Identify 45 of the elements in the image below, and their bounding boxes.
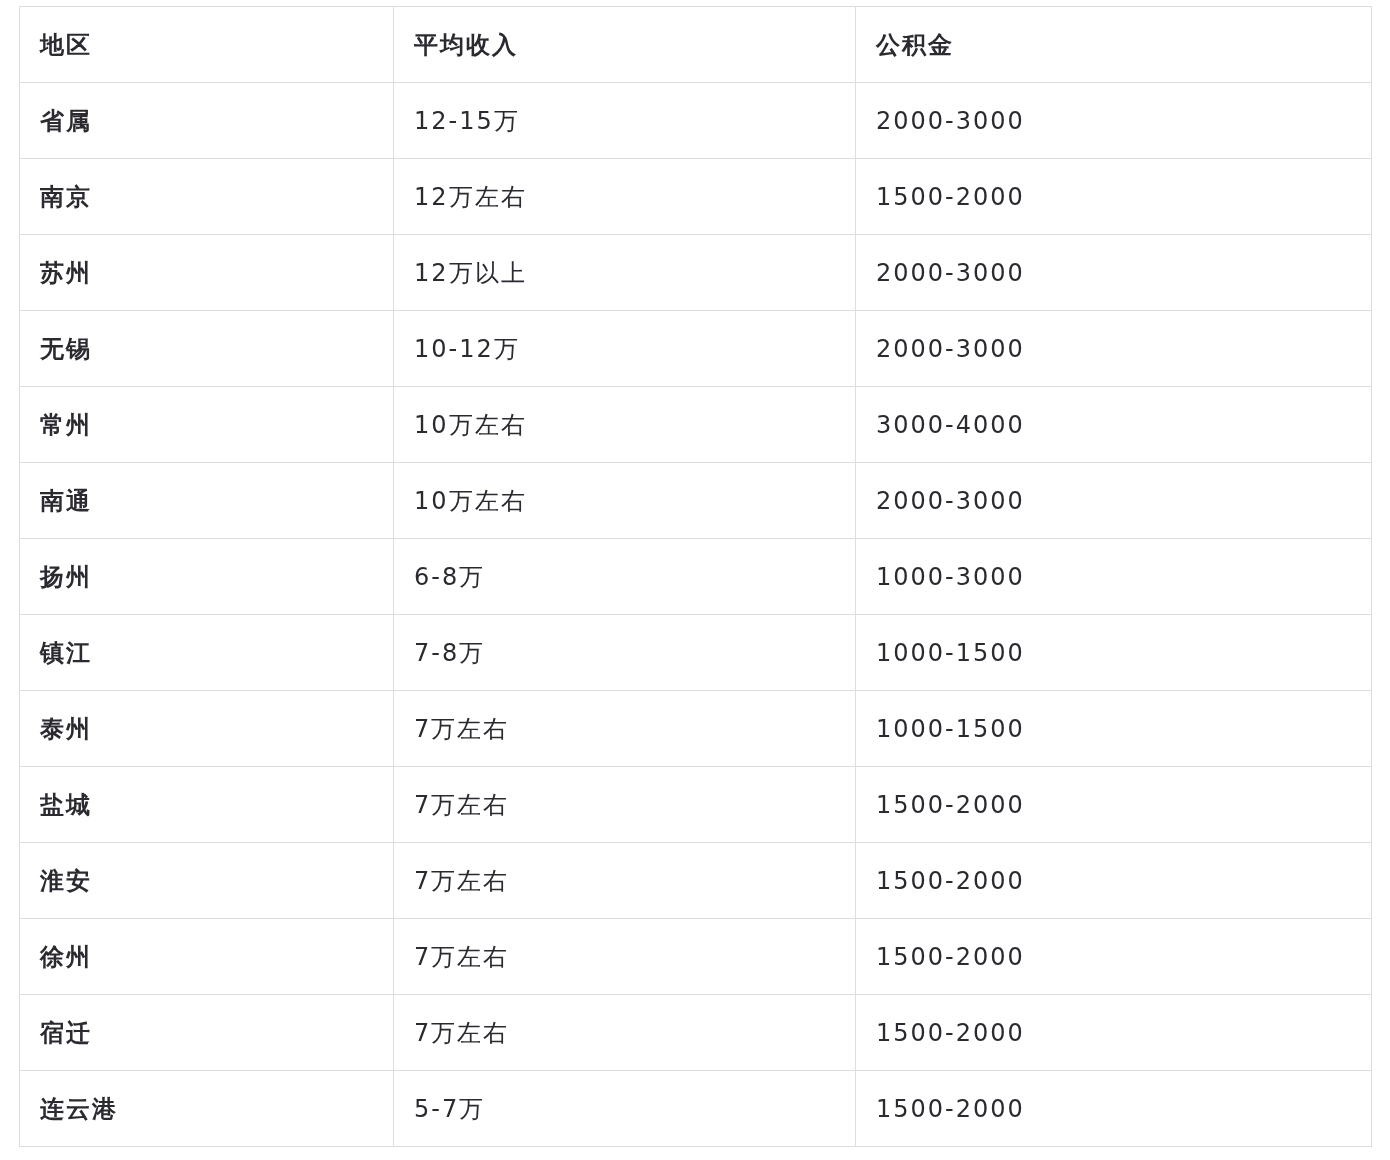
column-header: 公积金 [855, 6, 1372, 83]
table-cell: 1000-1500 [855, 614, 1372, 691]
table-cell: 1000-3000 [855, 538, 1372, 615]
table-cell: 10万左右 [393, 386, 856, 463]
table-cell: 扬州 [19, 538, 394, 615]
table-cell: 12万左右 [393, 158, 856, 235]
table-cell: 宿迁 [19, 994, 394, 1071]
table-cell: 2000-3000 [855, 234, 1372, 311]
table-cell: 1500-2000 [855, 918, 1372, 995]
table-cell: 12-15万 [393, 82, 856, 159]
table-cell: 镇江 [19, 614, 394, 691]
table-cell: 苏州 [19, 234, 394, 311]
table-cell: 12万以上 [393, 234, 856, 311]
table-cell: 徐州 [19, 918, 394, 995]
table-cell: 10-12万 [393, 310, 856, 387]
table-cell: 7万左右 [393, 842, 856, 919]
table-cell: 2000-3000 [855, 82, 1372, 159]
table-cell: 1500-2000 [855, 1070, 1372, 1147]
table-cell: 1500-2000 [855, 842, 1372, 919]
table-cell: 10万左右 [393, 462, 856, 539]
table-cell: 1500-2000 [855, 994, 1372, 1071]
table-cell: 1500-2000 [855, 158, 1372, 235]
table-cell: 1500-2000 [855, 766, 1372, 843]
table-cell: 5-7万 [393, 1070, 856, 1147]
table-cell: 3000-4000 [855, 386, 1372, 463]
table-cell: 省属 [19, 82, 394, 159]
table-cell: 连云港 [19, 1070, 394, 1147]
table-cell: 无锡 [19, 310, 394, 387]
table-cell: 南通 [19, 462, 394, 539]
table-cell: 2000-3000 [855, 462, 1372, 539]
table-cell: 7万左右 [393, 918, 856, 995]
table-cell: 常州 [19, 386, 394, 463]
table-cell: 6-8万 [393, 538, 856, 615]
table-cell: 盐城 [19, 766, 394, 843]
table-cell: 南京 [19, 158, 394, 235]
table-cell: 7万左右 [393, 690, 856, 767]
table-cell: 7万左右 [393, 766, 856, 843]
column-header: 平均收入 [393, 6, 856, 83]
table-cell: 2000-3000 [855, 310, 1372, 387]
table-cell: 淮安 [19, 842, 394, 919]
table-cell: 泰州 [19, 690, 394, 767]
column-header: 地区 [19, 6, 394, 83]
table-cell: 7万左右 [393, 994, 856, 1071]
table-cell: 7-8万 [393, 614, 856, 691]
table-cell: 1000-1500 [855, 690, 1372, 767]
